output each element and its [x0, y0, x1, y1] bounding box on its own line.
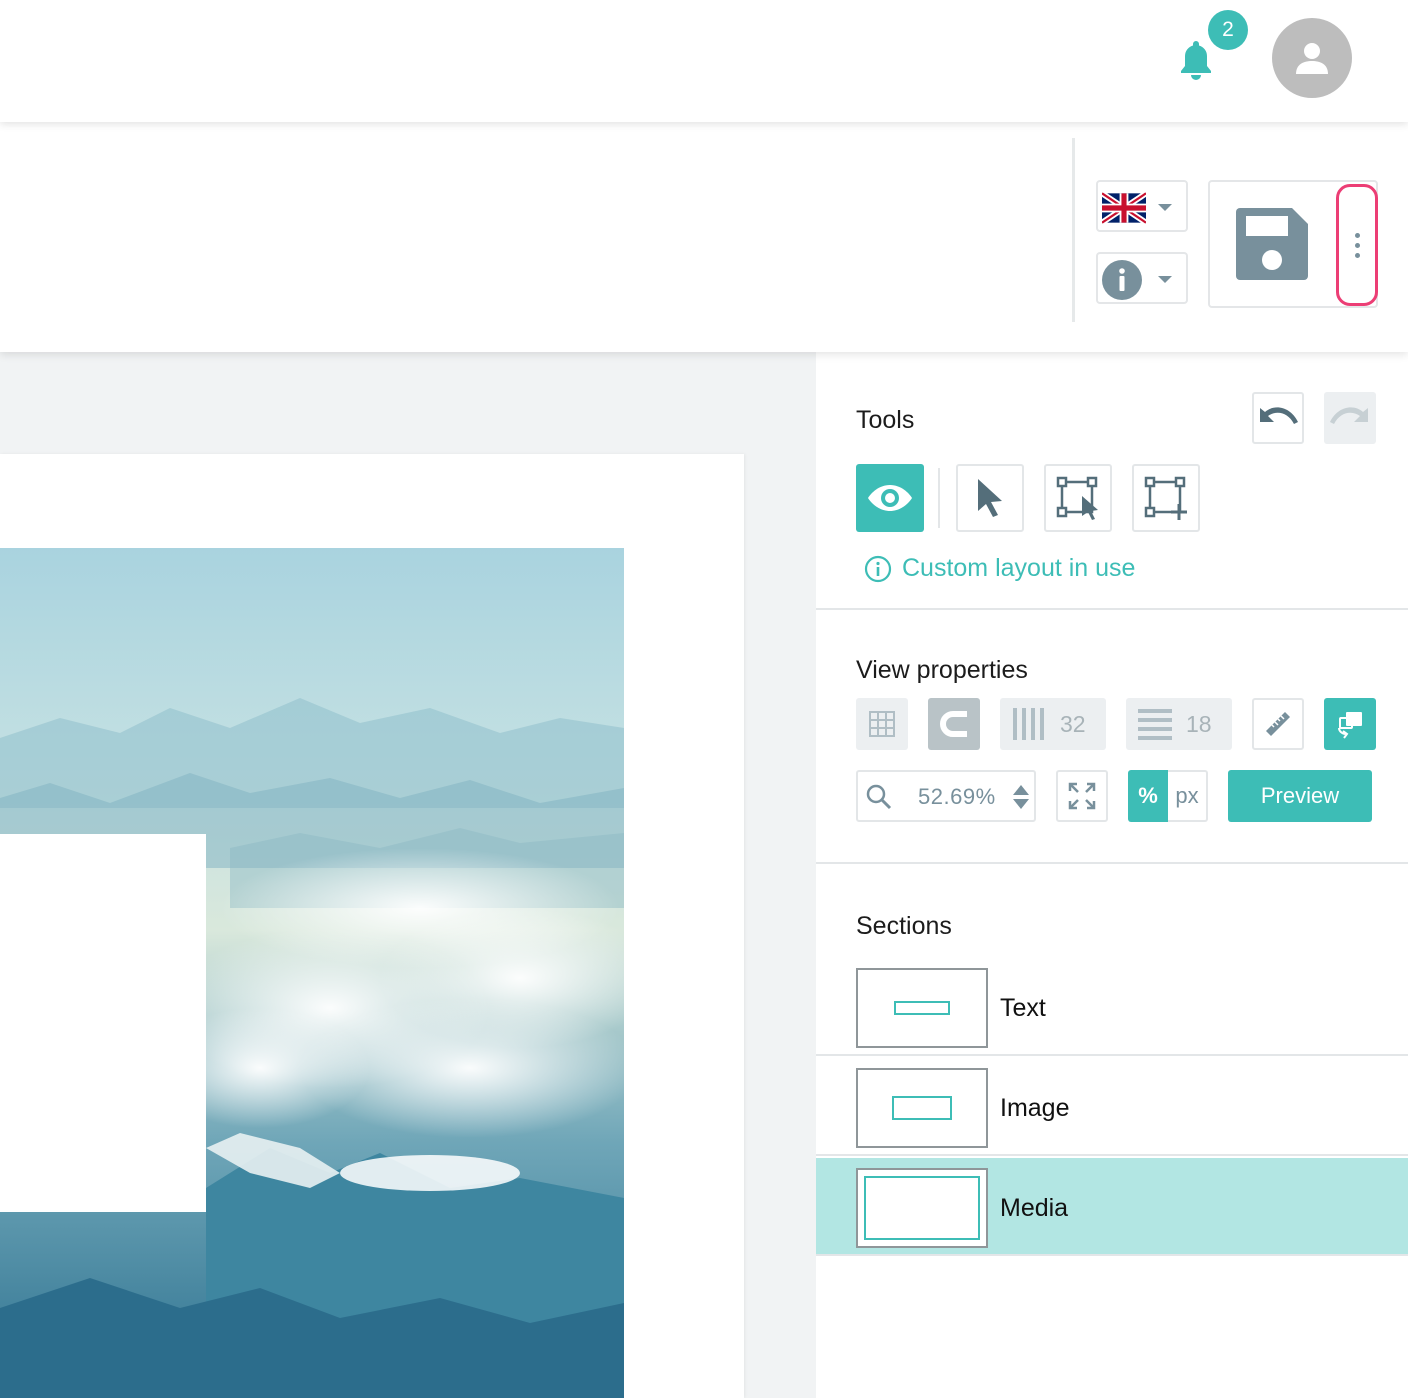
- undo-button[interactable]: [1252, 392, 1304, 444]
- unit-percent-button[interactable]: %: [1128, 770, 1168, 822]
- magnet-icon: [940, 711, 967, 737]
- language-dropdown[interactable]: [1096, 180, 1188, 232]
- text-block-placeholder[interactable]: [0, 834, 206, 1212]
- add-area-icon: [1144, 476, 1187, 520]
- sections-heading: Sections: [856, 912, 952, 940]
- select-tool[interactable]: [956, 464, 1024, 532]
- properties-panel: Tools Custom layout in use View properti…: [816, 352, 1408, 1398]
- grid-icon: [869, 711, 895, 737]
- more-options-button[interactable]: [1336, 184, 1378, 306]
- columns-setting[interactable]: 32: [1000, 698, 1106, 750]
- tool-divider: [938, 468, 940, 528]
- redo-button[interactable]: [1324, 392, 1376, 444]
- custom-layout-text: Custom layout in use: [902, 554, 1136, 582]
- top-bar: 2: [0, 0, 1408, 122]
- select-area-tool[interactable]: [1044, 464, 1112, 532]
- chevron-down-icon: [1158, 204, 1172, 211]
- page-preview[interactable]: [0, 454, 744, 1398]
- grid-toggle[interactable]: [856, 698, 908, 750]
- stepper-arrows-icon[interactable]: [1012, 784, 1030, 810]
- tools-heading: Tools: [856, 406, 915, 434]
- ruler-toggle[interactable]: [1252, 698, 1304, 750]
- section-divider: [816, 608, 1408, 610]
- vertical-dots-icon: [1354, 232, 1360, 238]
- section-item-image[interactable]: Image: [816, 1058, 1408, 1156]
- cursor-arrow-icon: [978, 479, 1002, 517]
- chevron-down-icon: [1158, 276, 1172, 283]
- ruler-icon: [1266, 712, 1290, 736]
- expand-icon: [1068, 782, 1096, 810]
- bell-icon[interactable]: [1176, 38, 1216, 82]
- section-thumbnail: [856, 968, 988, 1048]
- user-silhouette-icon: [1296, 43, 1328, 74]
- search-icon: [866, 784, 892, 810]
- rows-count: 18: [1186, 710, 1212, 737]
- rows-setting[interactable]: 18: [1126, 698, 1232, 750]
- columns-icon: [1013, 708, 1044, 740]
- section-label: Media: [1000, 1194, 1069, 1222]
- section-label: Text: [1000, 994, 1046, 1022]
- section-item-text[interactable]: Text: [816, 958, 1408, 1056]
- design-canvas[interactable]: [0, 352, 816, 1398]
- info-outline-icon: [864, 555, 892, 582]
- editor-toolbar: [0, 122, 1408, 352]
- section-divider: [816, 862, 1408, 864]
- undo-icon: [1260, 407, 1298, 424]
- view-properties-heading: View properties: [856, 656, 1028, 684]
- custom-layout-notice: Custom layout in use: [864, 554, 1135, 583]
- area-select-icon: [1056, 476, 1098, 520]
- eye-icon: [868, 485, 912, 511]
- redo-icon: [1330, 407, 1368, 424]
- columns-count: 32: [1060, 710, 1086, 737]
- add-area-tool[interactable]: [1132, 464, 1200, 532]
- section-item-media[interactable]: Media: [816, 1158, 1408, 1256]
- section-thumbnail: [856, 1068, 988, 1148]
- section-label: Image: [1000, 1094, 1070, 1122]
- zoom-value: 52.69: [918, 784, 976, 809]
- notification-badge: 2: [1208, 10, 1248, 50]
- layers-toggle[interactable]: [1324, 698, 1376, 750]
- unit-toggle: % px: [1128, 770, 1208, 822]
- bring-to-front-icon: [1338, 712, 1362, 739]
- user-avatar-icon[interactable]: [1272, 18, 1352, 98]
- info-dropdown[interactable]: [1096, 252, 1188, 304]
- uk-flag-icon: [1102, 192, 1146, 224]
- floppy-disk-icon: [1236, 208, 1308, 280]
- section-thumbnail: [856, 1168, 988, 1248]
- info-icon: [1102, 260, 1142, 300]
- snap-toggle[interactable]: [928, 698, 980, 750]
- preview-button[interactable]: Preview: [1228, 770, 1372, 822]
- toolbar-divider: [1072, 138, 1075, 322]
- zoom-unit: %: [975, 784, 996, 809]
- preview-mode-tool[interactable]: [856, 464, 924, 532]
- fit-to-screen-button[interactable]: [1056, 770, 1108, 822]
- unit-px-button[interactable]: px: [1168, 770, 1208, 822]
- zoom-field[interactable]: 52.69%: [856, 770, 1036, 822]
- rows-icon: [1138, 709, 1172, 740]
